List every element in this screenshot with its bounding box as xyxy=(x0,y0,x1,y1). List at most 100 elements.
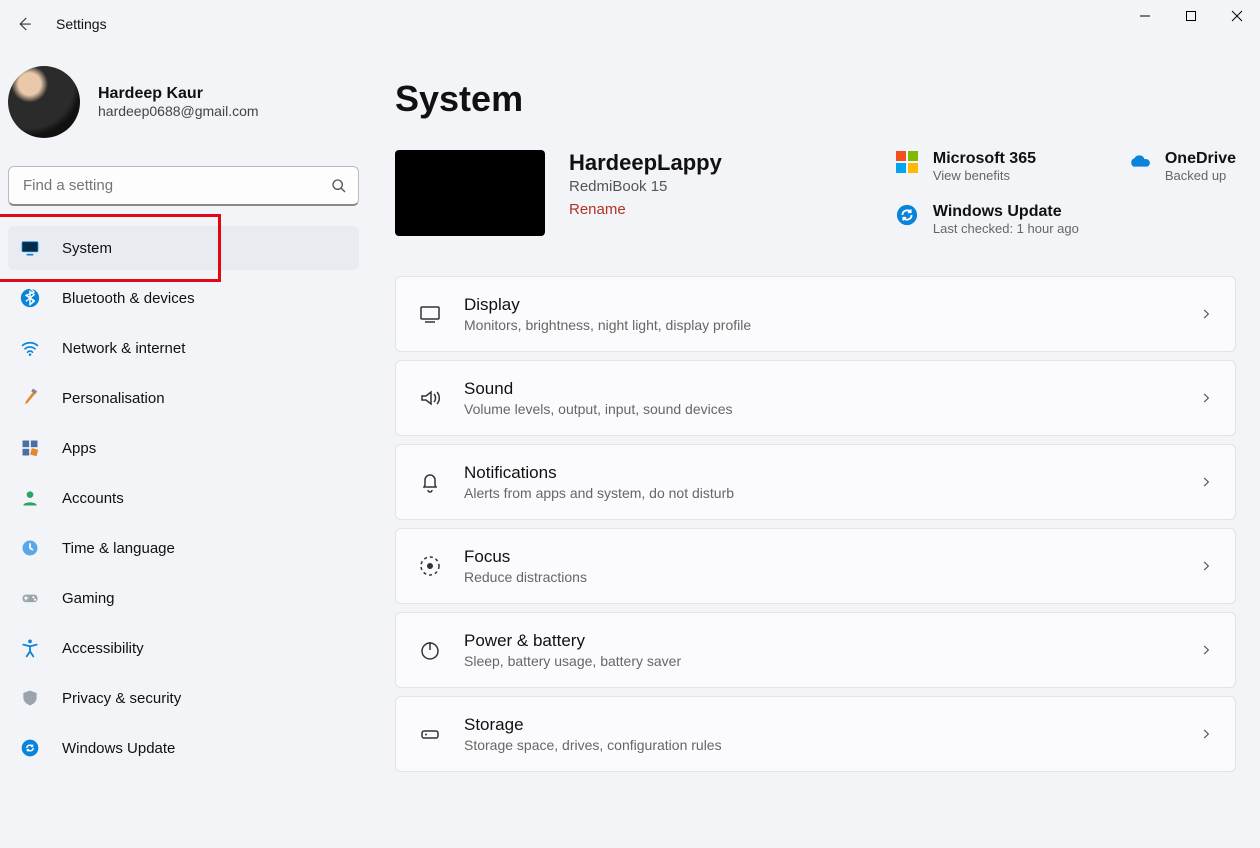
chevron-right-icon xyxy=(1199,559,1213,573)
window-controls xyxy=(1122,0,1260,32)
sidebar-item-time-language[interactable]: Time & language xyxy=(8,526,359,570)
card-title: Power & battery xyxy=(464,631,1177,651)
card-description: Storage space, drives, configuration rul… xyxy=(464,737,1177,753)
close-icon xyxy=(1231,10,1243,22)
profile-email: hardeep0688@gmail.com xyxy=(98,103,259,119)
status-subtitle: Last checked: 1 hour ago xyxy=(933,221,1079,236)
sidebar-item-label: Accessibility xyxy=(62,640,144,657)
sidebar: Hardeep Kaur hardeep0688@gmail.com Syste… xyxy=(0,48,375,848)
status-title: OneDrive xyxy=(1165,150,1236,168)
main: System HardeepLappy RedmiBook 15 Rename … xyxy=(375,48,1260,848)
sidebar-item-windows-update[interactable]: Windows Update xyxy=(8,726,359,770)
status-subtitle: View benefits xyxy=(933,168,1036,183)
apps-icon xyxy=(20,438,40,458)
card-description: Alerts from apps and system, do not dist… xyxy=(464,485,1177,501)
sidebar-item-label: Personalisation xyxy=(62,390,165,407)
card-focus[interactable]: Focus Reduce distractions xyxy=(395,528,1236,604)
sidebar-item-apps[interactable]: Apps xyxy=(8,426,359,470)
sidebar-item-accessibility[interactable]: Accessibility xyxy=(8,626,359,670)
device-block: HardeepLappy RedmiBook 15 Rename xyxy=(395,150,722,236)
nav: System Bluetooth & devices Network & inter… xyxy=(8,226,359,770)
status-subtitle: Backed up xyxy=(1165,168,1236,183)
card-power[interactable]: Power & battery Sleep, battery usage, ba… xyxy=(395,612,1236,688)
search-input[interactable] xyxy=(8,166,359,206)
chevron-right-icon xyxy=(1199,475,1213,489)
accessibility-icon xyxy=(20,638,40,658)
rename-link[interactable]: Rename xyxy=(569,201,722,218)
device-name: HardeepLappy xyxy=(569,150,722,176)
display-icon xyxy=(418,302,442,326)
page-title: System xyxy=(395,78,1236,120)
notifications-icon xyxy=(418,470,442,494)
back-button[interactable] xyxy=(8,8,40,40)
sidebar-item-privacy-security[interactable]: Privacy & security xyxy=(8,676,359,720)
card-notifications[interactable]: Notifications Alerts from apps and syste… xyxy=(395,444,1236,520)
arrow-left-icon xyxy=(15,15,33,33)
close-button[interactable] xyxy=(1214,0,1260,32)
card-description: Sleep, battery usage, battery saver xyxy=(464,653,1177,669)
sidebar-item-bluetooth-devices[interactable]: Bluetooth & devices xyxy=(8,276,359,320)
onedrive-icon xyxy=(1127,150,1151,174)
storage-icon xyxy=(418,722,442,746)
card-display[interactable]: Display Monitors, brightness, night ligh… xyxy=(395,276,1236,352)
status-column: Microsoft 365 View benefits OneDrive Bac… xyxy=(895,150,1236,236)
chevron-right-icon xyxy=(1199,307,1213,321)
maximize-button[interactable] xyxy=(1168,0,1214,32)
brush-icon xyxy=(20,388,40,408)
avatar xyxy=(8,66,80,138)
status-ms365[interactable]: Microsoft 365 View benefits xyxy=(895,150,1079,183)
sidebar-item-label: Gaming xyxy=(62,590,115,607)
sidebar-item-label: Time & language xyxy=(62,540,175,557)
titlebar: Settings xyxy=(0,0,1260,48)
minimize-icon xyxy=(1139,10,1151,22)
profile-name: Hardeep Kaur xyxy=(98,85,259,103)
card-title: Notifications xyxy=(464,463,1177,483)
card-title: Storage xyxy=(464,715,1177,735)
sidebar-item-label: Network & internet xyxy=(62,340,185,357)
sound-icon xyxy=(418,386,442,410)
sidebar-item-label: System xyxy=(62,240,112,257)
minimize-button[interactable] xyxy=(1122,0,1168,32)
card-title: Sound xyxy=(464,379,1177,399)
sidebar-item-personalisation[interactable]: Personalisation xyxy=(8,376,359,420)
monitor-icon xyxy=(20,238,40,258)
sidebar-item-label: Bluetooth & devices xyxy=(62,290,195,307)
chevron-right-icon xyxy=(1199,643,1213,657)
search-icon xyxy=(331,178,347,194)
person-icon xyxy=(20,488,40,508)
update-icon xyxy=(20,738,40,758)
card-title: Focus xyxy=(464,547,1177,567)
sidebar-item-gaming[interactable]: Gaming xyxy=(8,576,359,620)
status-windows-update[interactable]: Windows Update Last checked: 1 hour ago xyxy=(895,203,1079,236)
sidebar-item-network-internet[interactable]: Network & internet xyxy=(8,326,359,370)
card-title: Display xyxy=(464,295,1177,315)
status-title: Windows Update xyxy=(933,203,1079,221)
card-description: Monitors, brightness, night light, displ… xyxy=(464,317,1177,333)
power-icon xyxy=(418,638,442,662)
card-storage[interactable]: Storage Storage space, drives, configura… xyxy=(395,696,1236,772)
sidebar-item-label: Apps xyxy=(62,440,96,457)
wifi-icon xyxy=(20,338,40,358)
window-title: Settings xyxy=(56,16,107,32)
bluetooth-icon xyxy=(20,288,40,308)
update-icon xyxy=(895,203,919,227)
sidebar-item-accounts[interactable]: Accounts xyxy=(8,476,359,520)
card-description: Volume levels, output, input, sound devi… xyxy=(464,401,1177,417)
status-title: Microsoft 365 xyxy=(933,150,1036,168)
status-onedrive[interactable]: OneDrive Backed up xyxy=(1127,150,1236,183)
chevron-right-icon xyxy=(1199,391,1213,405)
sidebar-item-label: Privacy & security xyxy=(62,690,181,707)
search-wrap xyxy=(8,166,359,206)
settings-cards: Display Monitors, brightness, night ligh… xyxy=(395,276,1236,772)
gamepad-icon xyxy=(20,588,40,608)
profile-block[interactable]: Hardeep Kaur hardeep0688@gmail.com xyxy=(8,58,359,158)
clock-icon xyxy=(20,538,40,558)
sidebar-item-system[interactable]: System xyxy=(8,226,359,270)
sidebar-item-label: Windows Update xyxy=(62,740,175,757)
sidebar-item-label: Accounts xyxy=(62,490,124,507)
device-thumbnail xyxy=(395,150,545,236)
card-description: Reduce distractions xyxy=(464,569,1177,585)
chevron-right-icon xyxy=(1199,727,1213,741)
card-sound[interactable]: Sound Volume levels, output, input, soun… xyxy=(395,360,1236,436)
shield-icon xyxy=(20,688,40,708)
